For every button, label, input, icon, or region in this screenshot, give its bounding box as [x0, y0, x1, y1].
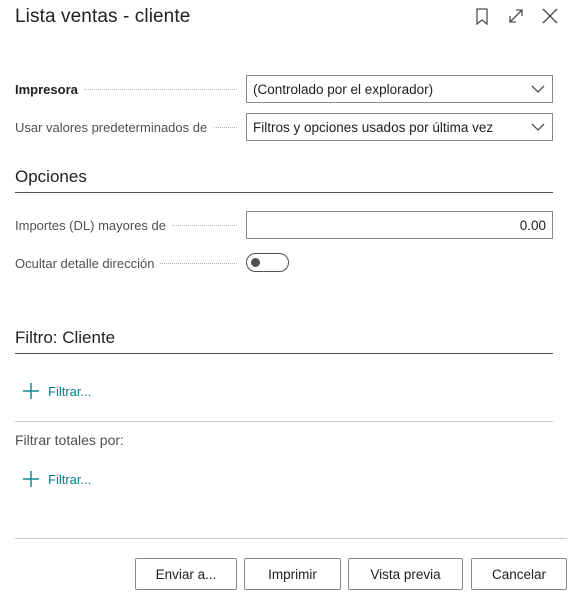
add-customer-filter-label: Filtrar...: [48, 383, 92, 399]
add-totals-filter-link[interactable]: Filtrar...: [22, 470, 91, 488]
chevron-down-icon: [531, 123, 545, 131]
printer-select[interactable]: (Controlado por el explorador): [246, 75, 553, 103]
printer-label: Impresora: [15, 75, 245, 103]
amounts-input[interactable]: 0.00: [246, 211, 553, 239]
printer-value: (Controlado por el explorador): [253, 81, 434, 97]
title-bar-actions: [472, 6, 560, 26]
cancel-button[interactable]: Cancelar: [471, 558, 567, 590]
amounts-label: Importes (DL) mayores de: [15, 211, 245, 239]
bookmark-icon[interactable]: [472, 6, 492, 26]
options-section-title: Opciones: [15, 167, 553, 193]
plus-icon: [23, 383, 39, 399]
defaults-label: Usar valores predeterminados de: [15, 113, 245, 141]
footer-divider: [15, 538, 567, 539]
chevron-down-icon: [531, 85, 545, 93]
filter-customer-title: Filtro: Cliente: [15, 328, 553, 354]
defaults-select[interactable]: Filtros y opciones usados por última vez: [246, 113, 553, 141]
send-to-button[interactable]: Enviar a...: [135, 558, 237, 590]
expand-icon[interactable]: [506, 6, 526, 26]
divider: [15, 421, 553, 422]
add-customer-filter-link[interactable]: Filtrar...: [22, 382, 91, 400]
add-totals-filter-label: Filtrar...: [48, 471, 92, 487]
plus-icon: [23, 471, 39, 487]
defaults-value: Filtros y opciones usados por última vez: [253, 119, 494, 135]
amounts-row: Importes (DL) mayores de 0.00: [15, 211, 553, 239]
toggle-knob: [251, 257, 260, 267]
defaults-row: Usar valores predeterminados de Filtros …: [15, 113, 553, 141]
hide-address-row: Ocultar detalle dirección: [15, 249, 553, 277]
hide-address-toggle[interactable]: [246, 253, 289, 272]
print-button[interactable]: Imprimir: [244, 558, 341, 590]
preview-button[interactable]: Vista previa: [348, 558, 463, 590]
printer-row: Impresora (Controlado por el explorador): [15, 75, 553, 103]
dialog-title: Lista ventas - cliente: [15, 6, 191, 27]
amounts-value: 0.00: [519, 217, 546, 233]
filter-totals-label: Filtrar totales por:: [15, 432, 124, 448]
close-icon[interactable]: [540, 6, 560, 26]
hide-address-label: Ocultar detalle dirección: [15, 249, 245, 277]
